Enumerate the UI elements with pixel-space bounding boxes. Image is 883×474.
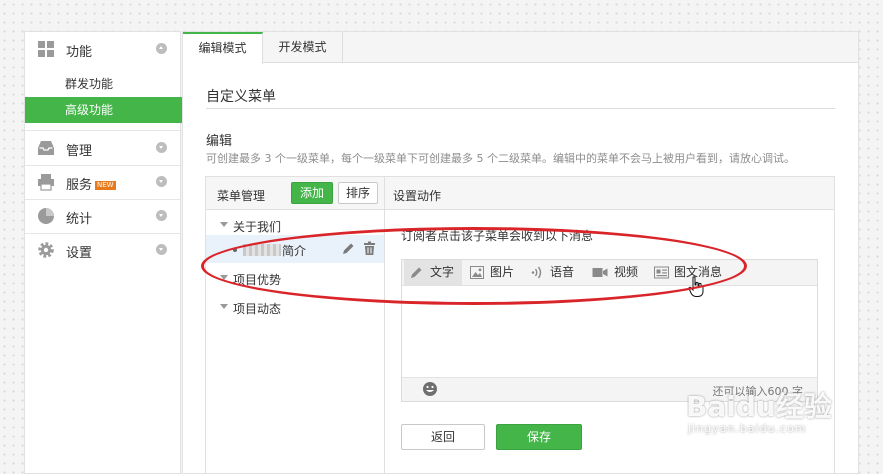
watermark: Baidu经验 jingyan.baidu.com bbox=[686, 390, 832, 436]
bullet-icon bbox=[233, 248, 237, 252]
grid-icon bbox=[38, 41, 54, 57]
watermark-url: jingyan.baidu.com bbox=[688, 422, 807, 435]
back-button[interactable]: 返回 bbox=[401, 424, 485, 450]
message-editor[interactable]: 文字 图片 语音 视频 图文消息 还可以输入600 字 bbox=[401, 259, 818, 402]
tab-voice[interactable]: 语音 bbox=[524, 260, 584, 285]
action-title: 设置动作 bbox=[393, 189, 442, 203]
menu-item-label: 项目动态 bbox=[233, 302, 282, 316]
nav-group-features[interactable]: 功能 bbox=[25, 32, 180, 66]
printer-icon bbox=[38, 174, 54, 191]
tab-image[interactable]: 图片 bbox=[464, 260, 522, 285]
caret-down-icon bbox=[220, 275, 228, 280]
emoji-icon[interactable] bbox=[422, 381, 438, 397]
chevron-down-icon bbox=[156, 244, 167, 255]
menu-manager-title: 菜单管理 bbox=[217, 189, 266, 203]
menu-item-news[interactable]: 项目动态 bbox=[206, 292, 384, 322]
pencil-icon bbox=[411, 267, 422, 278]
nav-group-settings[interactable]: 设置 bbox=[25, 233, 180, 267]
chevron-down-icon bbox=[156, 142, 167, 153]
trash-icon[interactable] bbox=[363, 241, 376, 256]
mode-tabs: 编辑模式 开发模式 bbox=[183, 32, 858, 64]
tab-label: 文字 bbox=[430, 265, 455, 279]
tab-label: 图片 bbox=[490, 265, 515, 279]
sound-icon bbox=[531, 266, 542, 279]
divider bbox=[206, 108, 835, 109]
pencil-icon[interactable] bbox=[341, 242, 355, 256]
hand-cursor-icon bbox=[688, 276, 704, 297]
action-message-label: 订阅者点击该子菜单会收到以下消息 bbox=[401, 229, 594, 243]
nav-group-label: 服务 NEW bbox=[66, 178, 116, 193]
nav-group-stats[interactable]: 统计 bbox=[25, 199, 180, 233]
nav-group-label: 管理 bbox=[66, 144, 93, 159]
tab-edit-mode[interactable]: 编辑模式 bbox=[183, 32, 263, 64]
menu-manager: 菜单管理 添加 排序 关于我们 简介 项目优势 项目动态 bbox=[205, 176, 384, 474]
sidebar-item-mass-send[interactable]: 群发功能 bbox=[25, 71, 182, 97]
chevron-down-icon bbox=[156, 176, 167, 187]
section-title: 编辑 bbox=[206, 134, 233, 149]
sort-menu-button[interactable]: 排序 bbox=[338, 182, 378, 204]
video-icon bbox=[592, 268, 608, 277]
menu-item-label: 简介 bbox=[282, 244, 307, 258]
nav-group-label: 功能 bbox=[66, 45, 93, 60]
tab-dev-mode[interactable]: 开发模式 bbox=[263, 32, 343, 63]
nav-group-manage[interactable]: 管理 bbox=[25, 131, 180, 165]
gear-icon bbox=[38, 242, 54, 258]
page-title: 自定义菜单 bbox=[206, 89, 276, 105]
sidebar-item-advanced[interactable]: 高级功能 bbox=[25, 97, 182, 123]
nav-group-label: 设置 bbox=[66, 246, 93, 261]
caret-down-icon bbox=[220, 304, 228, 309]
menu-item-label: 关于我们 bbox=[233, 220, 282, 234]
nav-group-service[interactable]: 服务 NEW bbox=[25, 165, 180, 199]
menu-item-advantages[interactable]: 项目优势 bbox=[206, 263, 384, 293]
inbox-icon bbox=[38, 141, 54, 155]
chevron-down-icon bbox=[156, 210, 167, 221]
chevron-up-icon bbox=[156, 43, 167, 54]
nav-group-label: 统计 bbox=[66, 212, 93, 227]
watermark-brand: Baidu经验 bbox=[686, 390, 832, 423]
new-badge: NEW bbox=[95, 181, 116, 190]
submenu-item-intro[interactable]: 简介 bbox=[206, 235, 384, 263]
save-button[interactable]: 保存 bbox=[496, 424, 582, 450]
menu-manager-header: 菜单管理 添加 排序 bbox=[206, 177, 384, 210]
tab-text[interactable]: 文字 bbox=[404, 260, 462, 285]
editor-type-tabs: 文字 图片 语音 视频 图文消息 bbox=[402, 260, 817, 286]
tab-label: 视频 bbox=[614, 265, 639, 279]
pie-chart-icon bbox=[38, 208, 54, 224]
caret-down-icon bbox=[220, 222, 228, 227]
menu-item-label: 项目优势 bbox=[233, 273, 282, 287]
tab-label: 语音 bbox=[550, 265, 575, 279]
news-icon bbox=[654, 266, 669, 279]
tab-video[interactable]: 视频 bbox=[586, 260, 646, 285]
add-menu-button[interactable]: 添加 bbox=[291, 182, 333, 204]
action-header: 设置动作 bbox=[385, 177, 834, 210]
sidebar: 功能 群发功能 高级功能 管理 服务 NEW 统计 设置 bbox=[24, 31, 182, 474]
help-tip: 可创建最多 3 个一级菜单，每个一级菜单下可创建最多 5 个二级菜单。编辑中的菜… bbox=[206, 152, 795, 165]
blurred-text bbox=[243, 244, 281, 256]
image-icon bbox=[470, 266, 484, 279]
